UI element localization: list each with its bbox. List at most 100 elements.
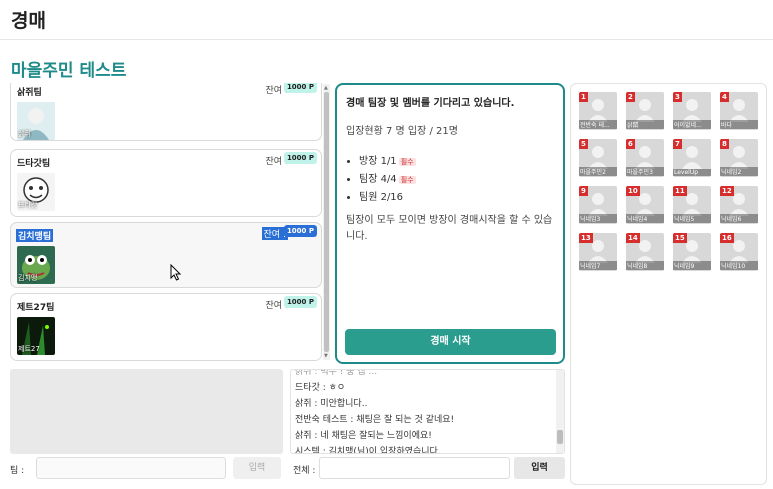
auction-note: 팀장이 모두 모이면 방장이 경매시작을 할 수 있습니다.: [346, 215, 553, 242]
user-placeholder-icon: [635, 99, 655, 122]
role-item: 팀원 2/16: [359, 188, 416, 203]
slot-number: 9: [579, 186, 588, 196]
all-chat-log: 삵쥐 : 벽수 ! 중 집 ... 드타갓 : ㅎㅇ 삵쥐 : 미안합니다.. …: [290, 369, 565, 454]
slot-name: 닉네임6: [720, 214, 758, 223]
slot-number: 1: [579, 92, 588, 102]
slot-name: 닉네임9: [673, 261, 711, 270]
participant-slot[interactable]: 9 닉네임3: [579, 186, 617, 224]
chat-line-cut: 삵쥐 : 벽수 ! 중 집 ...: [295, 369, 378, 377]
participant-grid: 1 전반숙 테... 2 삵鼠 3 어이없네... 4 바다 5 마을주민2 6 마을주민3 7 Leve…: [570, 83, 767, 485]
participant-slot[interactable]: 2 삵鼠: [626, 92, 664, 130]
chat-line: 드타갓 : ㅎㅇ: [295, 383, 346, 393]
slot-name: 어이없네...: [673, 120, 711, 129]
participant-slot[interactable]: 11 닉네임5: [673, 186, 711, 224]
points-badge: 1000 P: [283, 225, 317, 237]
user-placeholder-icon: [682, 99, 702, 122]
slot-number: 11: [673, 186, 687, 196]
team-card[interactable]: 삵쥐팀 잔여 : 1000 P 삵쥐: [10, 83, 322, 141]
participant-slot[interactable]: 12 닉네임6: [720, 186, 758, 224]
slot-number: 10: [626, 186, 640, 196]
slot-name: 닉네임7: [579, 261, 617, 270]
avatar: 김치맹: [17, 246, 55, 284]
team-chat-input[interactable]: [36, 457, 226, 479]
chat-line: 삵쥐 : 미안합니다..: [295, 399, 368, 409]
entry-status: 입장현황 7 명 입장 / 21명: [346, 126, 458, 137]
slot-name: 마을주민2: [579, 167, 617, 176]
team-card-selected[interactable]: 김치맹팀 잔여 : 1000 P 김치맹: [10, 222, 322, 288]
start-auction-button[interactable]: 경매 시작: [345, 329, 556, 355]
team-name: 김치맹팀: [16, 229, 54, 242]
scroll-down-icon[interactable]: ▼: [324, 353, 328, 359]
avatar-caption: 드타갓: [18, 201, 38, 209]
slot-name: 닉네임3: [579, 214, 617, 223]
participant-slot[interactable]: 16 닉네임10: [720, 233, 758, 271]
team-chat-send-button[interactable]: 입력: [233, 457, 281, 479]
user-placeholder-icon: [635, 146, 655, 169]
avatar: 드타갓: [17, 173, 55, 211]
slot-number: 4: [720, 92, 729, 102]
slot-name: 마을주민3: [626, 167, 664, 176]
participant-slot[interactable]: 10 닉네임4: [626, 186, 664, 224]
participant-slot[interactable]: 1 전반숙 테...: [579, 92, 617, 130]
chat-line: 전반숙 테스트 : 채팅은 잘 되는 것 같네요!: [295, 415, 455, 425]
avatar: 삵쥐: [17, 102, 55, 140]
slot-number: 7: [673, 139, 682, 149]
team-name: 삵쥐팀: [17, 88, 42, 98]
required-tag: 필수: [398, 158, 416, 166]
team-name: 드타갓팀: [17, 159, 51, 169]
points-badge: 1000 P: [283, 296, 317, 308]
user-placeholder-icon: [588, 146, 608, 169]
participant-slot[interactable]: 4 바다: [720, 92, 758, 130]
slot-name: 바다: [720, 120, 758, 129]
user-placeholder-icon: [729, 146, 749, 169]
participant-slot[interactable]: 8 닉네임2: [720, 139, 758, 177]
slot-name: 닉네임4: [626, 214, 664, 223]
team-chat-log: [10, 369, 283, 454]
participant-slot[interactable]: 15 닉네임9: [673, 233, 711, 271]
slot-number: 14: [626, 233, 640, 243]
page-title: 경매: [11, 10, 46, 32]
user-placeholder-icon: [682, 146, 702, 169]
room-title: 마을주민 테스트: [11, 61, 127, 81]
chat-line: 시스템 : 김치맹(님)이 입장하였습니다.: [295, 447, 441, 454]
team-card[interactable]: 제트27팀 잔여 : 1000 P 제트27: [10, 293, 322, 361]
slot-number: 6: [626, 139, 635, 149]
chat-line: 삵쥐 : 네 채팅은 잘되는 느낌이에요!: [295, 431, 432, 441]
auction-heading: 경매 팀장 및 멤버를 기다리고 있습니다.: [346, 98, 515, 109]
all-chat-send-button[interactable]: 입력: [514, 457, 565, 479]
team-list-scroll-thumb[interactable]: [324, 92, 329, 352]
all-chat-input[interactable]: [319, 457, 510, 479]
user-placeholder-icon: [588, 99, 608, 122]
all-chat-label: 전체 :: [293, 466, 316, 476]
slot-number: 13: [579, 233, 593, 243]
team-chat-label: 팀 :: [10, 466, 25, 476]
auction-panel: 경매 팀장 및 멤버를 기다리고 있습니다. 입장현황 7 명 입장 / 21명…: [335, 83, 565, 364]
slot-name: LevelUp: [673, 169, 711, 176]
user-placeholder-icon: [729, 99, 749, 122]
slot-name: 닉네임10: [720, 261, 758, 270]
slot-number: 2: [626, 92, 635, 102]
slot-number: 12: [720, 186, 734, 196]
role-item: 방장 1/1필수: [359, 152, 416, 167]
chat-scroll-thumb[interactable]: [557, 430, 563, 444]
role-item: 팀장 4/4필수: [359, 170, 416, 185]
scroll-up-icon[interactable]: ▲: [324, 85, 328, 91]
points-badge: 1000 P: [283, 83, 317, 93]
participant-slot[interactable]: 14 닉네임8: [626, 233, 664, 271]
avatar-caption: 김치맹: [18, 274, 38, 282]
top-bar: 경매: [0, 0, 773, 40]
slot-name: 삵鼠: [626, 120, 664, 129]
team-card[interactable]: 드타갓팀 잔여 : 1000 P 드타갓: [10, 149, 322, 217]
chat-lines: 삵쥐 : 벽수 ! 중 집 ... 드타갓 : ㅎㅇ 삵쥐 : 미안합니다.. …: [295, 369, 455, 454]
slot-number: 5: [579, 139, 588, 149]
participant-slot[interactable]: 7 LevelUp: [673, 139, 711, 177]
team-list: 삵쥐팀 잔여 : 1000 P 삵쥐 드타갓팀 잔여 : 1000 P 드타갓: [10, 83, 331, 364]
participant-slot[interactable]: 13 닉네임7: [579, 233, 617, 271]
avatar-caption: 삵쥐: [18, 130, 31, 138]
participant-slot[interactable]: 3 어이없네...: [673, 92, 711, 130]
participant-slot[interactable]: 6 마을주민3: [626, 139, 664, 177]
role-list: 방장 1/1필수 팀장 4/4필수 팀원 2/16: [359, 152, 416, 206]
participant-slot[interactable]: 5 마을주민2: [579, 139, 617, 177]
required-tag: 필수: [398, 176, 416, 184]
points-badge: 1000 P: [283, 152, 317, 164]
